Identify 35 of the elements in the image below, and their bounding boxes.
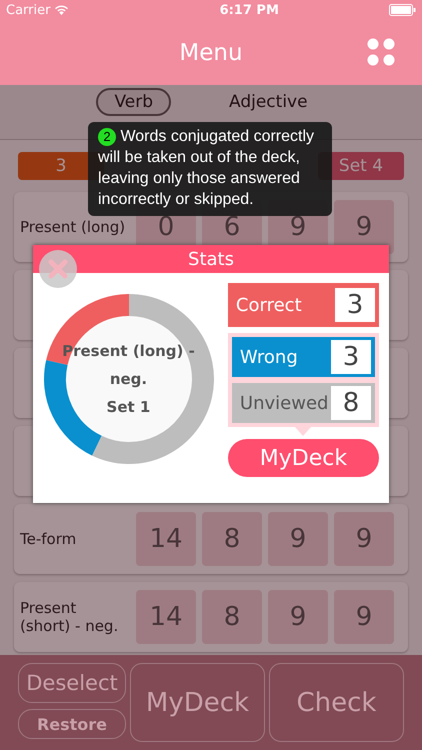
row-label: Present (short) - neg.: [20, 599, 120, 635]
donut-label: Set 1: [106, 397, 150, 418]
clock-time: 6:17 PM: [218, 2, 279, 18]
count-cell[interactable]: 8: [202, 590, 262, 644]
stat-value: 3: [331, 340, 371, 374]
count-cell[interactable]: 14: [136, 512, 196, 566]
count-cell[interactable]: 8: [202, 512, 262, 566]
tab[interactable]: Adjective: [211, 88, 326, 116]
wifi-icon: [54, 4, 70, 16]
row-label: Present (long): [20, 218, 126, 236]
stat-label: Unviewed: [240, 392, 328, 414]
stat-label: Correct: [236, 294, 302, 316]
row-card[interactable]: Present (short) - neg. 14 8 9 9: [14, 582, 408, 652]
count-cell[interactable]: 9: [334, 512, 394, 566]
tab[interactable]: Verb: [96, 88, 171, 116]
stat-value: 8: [331, 386, 371, 420]
restore-button[interactable]: Restore: [18, 709, 126, 739]
close-icon[interactable]: [38, 249, 78, 289]
nav-title: Menu: [179, 40, 243, 66]
count-cell[interactable]: 9: [334, 590, 394, 644]
check-button[interactable]: Check: [269, 663, 404, 742]
stat-value: 3: [335, 288, 375, 322]
count-cell[interactable]: 9: [268, 590, 328, 644]
mydeck-button[interactable]: MyDeck: [130, 663, 265, 742]
row-card[interactable]: Te-form 14 8 9 9: [14, 504, 408, 574]
stat-label: Wrong: [240, 346, 298, 368]
battery-icon: [388, 4, 416, 16]
mydeck-button[interactable]: MyDeck: [228, 439, 379, 477]
count-cell[interactable]: 14: [136, 590, 196, 644]
count-cell[interactable]: 9: [268, 512, 328, 566]
grid-menu-icon[interactable]: [367, 38, 395, 66]
donut-label: neg.: [110, 369, 148, 390]
row-label: Te-form: [20, 530, 78, 548]
carrier-label: Carrier: [6, 2, 50, 18]
deselect-button[interactable]: Deselect: [18, 663, 126, 703]
